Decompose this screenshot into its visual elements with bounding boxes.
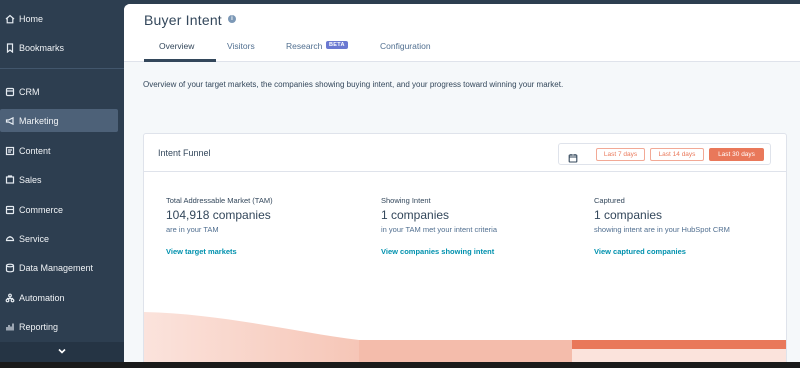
sidebar-item-label: Commerce xyxy=(19,204,64,215)
info-icon[interactable]: i xyxy=(228,15,236,23)
funnel-segment-showing-intent xyxy=(359,340,572,364)
sidebar: Home Bookmarks CRM Marketing Content Sal… xyxy=(0,0,124,368)
sidebar-item-marketing[interactable]: Marketing xyxy=(0,109,118,132)
tab-overview[interactable]: Overview xyxy=(159,41,194,51)
bookmark-icon xyxy=(5,42,15,53)
sidebar-item-label: Marketing xyxy=(19,115,59,126)
page-title: Buyer Intent xyxy=(144,12,222,28)
tam-subtext: are in your TAM xyxy=(166,225,219,234)
card-header: Intent Funnel Last 7 days Last 14 days L… xyxy=(144,134,786,172)
beta-badge: BETA xyxy=(326,41,348,49)
sidebar-item-data-management[interactable]: Data Management xyxy=(0,256,118,279)
range-last-30-days-button[interactable]: Last 30 days xyxy=(709,148,764,161)
tab-configuration[interactable]: Configuration xyxy=(380,41,431,51)
captured-subtext: showing intent are in your HubSpot CRM xyxy=(594,225,730,234)
sidebar-expand-button[interactable] xyxy=(0,342,124,362)
sidebar-item-automation[interactable]: Automation xyxy=(0,286,118,309)
sidebar-item-service[interactable]: Service xyxy=(0,227,118,250)
tab-visitors[interactable]: Visitors xyxy=(227,41,255,51)
commerce-icon xyxy=(5,205,15,215)
view-companies-showing-intent-link[interactable]: View companies showing intent xyxy=(381,247,494,256)
chevron-down-icon xyxy=(57,343,67,361)
sidebar-item-label: Bookmarks xyxy=(19,42,65,53)
sidebar-item-label: Reporting xyxy=(19,321,59,332)
sidebar-item-commerce[interactable]: Commerce xyxy=(0,198,118,221)
funnel-segment-captured-top xyxy=(572,340,786,349)
tam-value: 104,918 companies xyxy=(166,208,271,222)
page-header: Buyer Intent i Overview Visitors Researc… xyxy=(124,4,800,62)
home-icon xyxy=(5,14,15,24)
calendar-icon[interactable] xyxy=(568,150,578,163)
content-icon xyxy=(5,146,15,156)
sales-icon xyxy=(5,174,15,185)
sidebar-item-label: Data Management xyxy=(19,262,94,273)
sidebar-item-label: Service xyxy=(19,233,50,244)
sidebar-item-content[interactable]: Content xyxy=(0,139,118,162)
view-target-markets-link[interactable]: View target markets xyxy=(166,247,237,256)
captured-label: Captured xyxy=(594,196,625,205)
sidebar-item-reporting[interactable]: Reporting xyxy=(0,315,118,338)
automation-icon xyxy=(5,293,15,303)
megaphone-icon xyxy=(5,116,15,126)
range-last-14-days-button[interactable]: Last 14 days xyxy=(650,148,704,161)
reporting-icon xyxy=(5,322,15,332)
showing-intent-value: 1 companies xyxy=(381,208,450,222)
tam-label: Total Addressable Market (TAM) xyxy=(166,196,273,205)
active-tab-indicator xyxy=(144,59,216,62)
sidebar-item-crm[interactable]: CRM xyxy=(0,80,118,103)
sidebar-item-label: Home xyxy=(19,13,44,24)
intent-funnel-chart xyxy=(144,312,786,364)
crm-icon xyxy=(5,87,15,97)
range-last-7-days-button[interactable]: Last 7 days xyxy=(596,148,645,161)
sidebar-item-sales[interactable]: Sales xyxy=(0,168,118,191)
overview-description: Overview of your target markets, the com… xyxy=(143,80,564,89)
tab-research[interactable]: Research xyxy=(286,41,322,51)
sidebar-item-bookmarks[interactable]: Bookmarks xyxy=(0,36,118,59)
view-captured-companies-link[interactable]: View captured companies xyxy=(594,247,686,256)
sidebar-item-label: Automation xyxy=(19,292,65,303)
sidebar-item-label: Sales xyxy=(19,174,42,185)
main-panel: Buyer Intent i Overview Visitors Researc… xyxy=(124,4,800,364)
showing-intent-label: Showing Intent xyxy=(381,196,431,205)
captured-value: 1 companies xyxy=(594,208,663,222)
sidebar-divider xyxy=(0,68,124,69)
showing-intent-subtext: in your TAM met your intent criteria xyxy=(381,225,498,234)
sidebar-item-home[interactable]: Home xyxy=(0,7,118,30)
window-bottom-edge xyxy=(0,362,800,368)
intent-funnel-card: Intent Funnel Last 7 days Last 14 days L… xyxy=(143,133,787,364)
sidebar-item-label: Content xyxy=(19,145,51,156)
database-icon xyxy=(5,263,15,273)
funnel-segment-tam xyxy=(144,312,359,364)
date-range-selector: Last 7 days Last 14 days Last 30 days xyxy=(558,143,771,165)
card-title: Intent Funnel xyxy=(158,148,211,158)
sidebar-item-label: CRM xyxy=(19,86,40,97)
service-icon xyxy=(5,234,15,244)
